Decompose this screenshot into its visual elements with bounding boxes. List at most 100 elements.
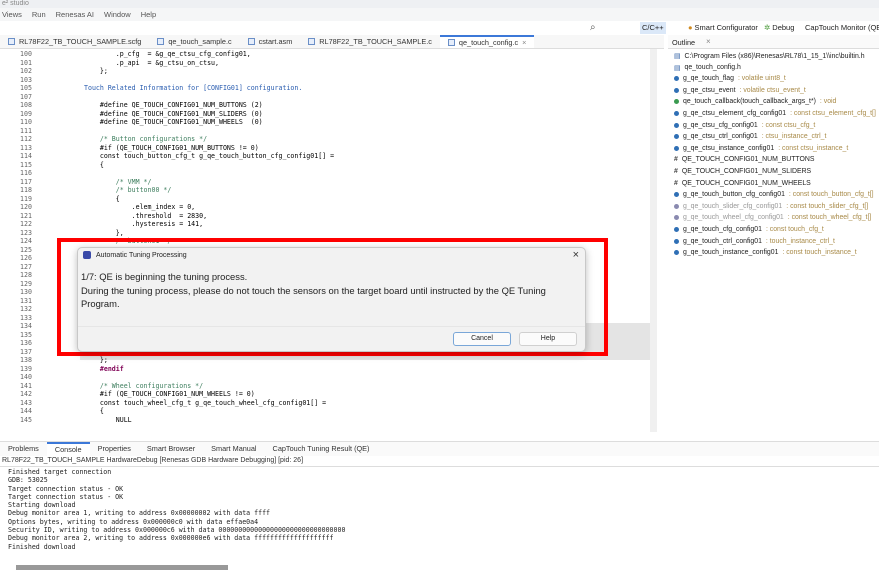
outline-item[interactable]: g_qe_ctsu_ctrl_config01 : ctsu_instance_… — [674, 133, 826, 140]
outline-item[interactable]: # QE_TOUCH_CONFIG01_NUM_BUTTONS — [674, 156, 814, 163]
console-line: Target connection status - OK — [8, 484, 124, 493]
console-scrollbar[interactable] — [16, 565, 228, 570]
menu-item-run[interactable]: Run — [32, 8, 46, 21]
outline-item-name: QE_TOUCH_CONFIG01_NUM_WHEELS — [681, 179, 811, 187]
code-line: #define QE_TOUCH_CONFIG01_NUM_SLIDERS (0… — [84, 109, 263, 118]
console-line: Debug monitor area 1, writing to address… — [8, 509, 271, 518]
bottom-tab-properties[interactable]: Properties — [90, 442, 139, 456]
variable-icon — [674, 134, 679, 140]
code-line: #define QE_TOUCH_CONFIG01_NUM_BUTTONS (2… — [84, 101, 263, 109]
line-number: 133 — [20, 313, 32, 322]
outline-item-name: QE_TOUCH_CONFIG01_NUM_SLIDERS — [681, 168, 812, 175]
line-number: 134 — [20, 322, 32, 330]
outline-tab[interactable]: Outline — [672, 38, 695, 47]
cancel-button[interactable]: Cancel — [453, 332, 511, 346]
line-number: 120 — [20, 203, 32, 211]
console-line: Finished download — [8, 542, 76, 551]
editor-tab[interactable]: RL78F22_TB_TOUCH_SAMPLE.scfg — [0, 35, 149, 48]
dialog-title-bar: Automatic Tuning Processing — [83, 251, 187, 259]
line-number: 117 — [20, 177, 32, 186]
outline-item[interactable]: g_qe_ctsu_cfg_config01 : const ctsu_cfg_… — [674, 122, 815, 129]
editor-scrollbar[interactable] — [650, 49, 657, 432]
outline-item[interactable]: ▤ C:\Program Files (x86)\Renesas\RL78\1_1… — [674, 52, 865, 61]
line-number: 109 — [20, 109, 32, 118]
outline-item-type: : touch_instance_ctrl_t — [765, 237, 835, 245]
outline-item[interactable]: # QE_TOUCH_CONFIG01_NUM_WHEELS — [674, 180, 811, 187]
file-icon — [157, 38, 165, 45]
bottom-tab-console[interactable]: Console — [46, 442, 90, 456]
close-icon[interactable]: × — [522, 37, 526, 48]
help-button[interactable]: Help — [519, 332, 577, 346]
outline-item[interactable]: g_qe_touch_slider_cfg_config01 : const t… — [674, 203, 868, 210]
code-line: .p_api = &g_ctsu_on_ctsu, — [84, 58, 219, 67]
outline-item-type: : const ctsu_cfg_t — [761, 121, 816, 129]
bottom-tab-smart-browser[interactable]: Smart Browser — [139, 442, 203, 456]
outline-item[interactable]: g_qe_ctsu_element_cfg_config01 : const c… — [674, 110, 876, 117]
close-icon[interactable]: × — [706, 37, 711, 46]
variable-icon — [674, 192, 679, 198]
line-number: 137 — [20, 347, 32, 356]
editor-tab[interactable]: cstart.asm — [240, 35, 301, 48]
perspective-captouch-monitor[interactable]: CapTouch Monitor (QE) — [805, 22, 879, 34]
editor-tab[interactable]: qe_touch_sample.c — [149, 35, 239, 48]
tab-label: RL78F22_TB_TOUCH_SAMPLE.c — [319, 37, 432, 46]
variable-icon — [674, 76, 679, 82]
outline-item[interactable]: g_qe_ctsu_event : volatile ctsu_event_t — [674, 87, 806, 94]
menu-item-help[interactable]: Help — [141, 8, 156, 21]
editor-tab[interactable]: qe_touch_config.c × — [439, 35, 535, 48]
code-line: .p_cfg = &g_qe_ctsu_cfg_config01, — [84, 50, 251, 58]
line-number: 103 — [20, 75, 32, 84]
line-number: 119 — [20, 194, 32, 203]
line-number: 125 — [20, 245, 32, 254]
outline-item[interactable]: g_qe_touch_instance_config01 : const tou… — [674, 249, 857, 256]
macro-icon: # — [674, 156, 678, 164]
line-number: 143 — [20, 398, 32, 407]
console-line: GDB: 53025 — [8, 476, 48, 485]
outline-item-type: : const touch_button_cfg_t[] — [788, 191, 874, 199]
outline-item[interactable]: qe_touch_callback(touch_callback_args_t*… — [674, 98, 836, 105]
line-number: 114 — [20, 152, 32, 160]
outline-item-name: g_qe_ctsu_element_cfg_config01 — [683, 110, 787, 117]
outline-item[interactable]: g_qe_touch_button_cfg_config01 : const t… — [674, 191, 874, 198]
console-line: Target connection status - OK — [8, 492, 124, 501]
menu-item-views[interactable]: Views — [2, 8, 22, 21]
menu-item-window[interactable]: Window — [104, 8, 131, 21]
bottom-tab-captouch-tuning-result-qe-[interactable]: CapTouch Tuning Result (QE) — [265, 442, 378, 456]
outline-item-name: g_qe_ctsu_ctrl_config01 — [683, 133, 758, 141]
outline-item[interactable]: g_qe_touch_wheel_cfg_config01 : const to… — [674, 214, 871, 221]
line-number: 145 — [20, 415, 32, 424]
menu-item-renesas-ai[interactable]: Renesas AI — [56, 8, 94, 21]
code-line: /* VMM */ — [84, 177, 152, 186]
outline-item-name: g_qe_touch_ctrl_config01 — [683, 237, 762, 245]
bottom-tab-smart-manual[interactable]: Smart Manual — [203, 442, 264, 456]
outline-item[interactable]: g_qe_touch_ctrl_config01 : touch_instanc… — [674, 238, 835, 245]
close-icon[interactable]: × — [573, 249, 579, 261]
line-number: 113 — [20, 143, 32, 152]
perspective-debug[interactable]: ✲ Debug — [764, 22, 794, 34]
code-line: { — [84, 194, 120, 203]
outline-item-type: : const touch_instance_t — [782, 249, 857, 257]
line-number: 108 — [20, 101, 32, 109]
bottom-panel-tabs: Problems Console Properties Smart Browser Sm… — [0, 441, 879, 456]
outline-item[interactable]: g_qe_touch_cfg_config01 : const touch_cf… — [674, 226, 824, 233]
outline-item[interactable]: # QE_TOUCH_CONFIG01_NUM_SLIDERS — [674, 168, 811, 175]
search-icon[interactable]: ⌕ — [590, 22, 596, 33]
perspective-cc[interactable]: C/C++ — [640, 22, 666, 34]
macro-icon: # — [674, 168, 678, 175]
line-number: 131 — [20, 296, 32, 305]
bottom-tab-problems[interactable]: Problems — [0, 442, 47, 456]
outline-item[interactable]: g_qe_ctsu_instance_config01 : const ctsu… — [674, 145, 848, 152]
outline-item[interactable]: g_qe_touch_flag : volatile uint8_t — [674, 75, 786, 82]
code-line: const touch_button_cfg_t g_qe_touch_butt… — [84, 152, 335, 160]
console-output[interactable]: Finished target connection GDB: 53025 Targ… — [0, 466, 879, 551]
outline-item-type: : volatile ctsu_event_t — [739, 86, 806, 94]
code-line: }; — [84, 67, 108, 75]
code-line: .elem_index = 0, — [84, 203, 196, 211]
line-number: 129 — [20, 279, 32, 288]
outline-item-name: g_qe_touch_cfg_config01 — [683, 226, 762, 233]
editor-tab[interactable]: RL78F22_TB_TOUCH_SAMPLE.c — [300, 35, 440, 48]
line-number: 130 — [20, 288, 32, 296]
perspective-smart-configurator[interactable]: ● Smart Configurator — [688, 22, 758, 34]
outline-item[interactable]: ▤ qe_touch_config.h — [674, 64, 741, 72]
tab-label: RL78F22_TB_TOUCH_SAMPLE.scfg — [19, 37, 142, 46]
